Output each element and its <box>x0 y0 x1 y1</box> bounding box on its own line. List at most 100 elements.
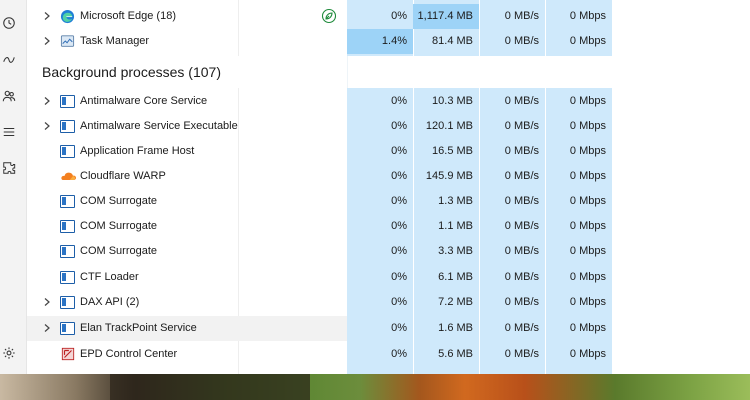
memory-cell: 1.6 MB <box>438 322 473 334</box>
users-nav-button[interactable] <box>0 83 27 109</box>
chevron-right-icon <box>44 324 50 332</box>
process-name: Application Frame Host <box>80 145 195 157</box>
process-name: COM Surrogate <box>80 220 158 232</box>
disk-cell: 0 MB/s <box>504 120 539 132</box>
disk-cell: 0 MB/s <box>504 145 539 157</box>
process-row-microsoft-edge[interactable]: Microsoft Edge (18) 0% 1,117.4 MB 0 MB/s… <box>27 4 612 29</box>
app-history-nav-button[interactable] <box>0 10 27 36</box>
cpu-cell: 0% <box>391 322 407 334</box>
process-row[interactable]: COM Surrogate 0% 1.1 MB 0 MB/s 0 Mbps <box>27 214 612 239</box>
process-name: Cloudflare WARP <box>80 170 166 182</box>
cloudflare-icon <box>59 168 76 184</box>
process-row[interactable]: Antimalware Service Executable 0% 120.1 … <box>27 114 612 139</box>
process-row[interactable]: COM Surrogate 0% 3.3 MB 0 MB/s 0 Mbps <box>27 239 612 264</box>
cpu-cell: 1.4% <box>347 29 413 54</box>
disk-cell: 0 MB/s <box>504 220 539 232</box>
memory-cell: 6.1 MB <box>438 271 473 283</box>
memory-cell: 10.3 MB <box>432 95 473 107</box>
expand-chevron[interactable] <box>41 296 53 308</box>
service-box-icon <box>59 218 76 234</box>
settings-nav-button[interactable] <box>0 340 27 366</box>
network-cell: 0 Mbps <box>569 170 606 182</box>
expand-chevron[interactable] <box>41 120 53 132</box>
services-nav-button[interactable] <box>0 155 27 181</box>
network-cell: 0 Mbps <box>569 271 606 283</box>
process-row[interactable]: Cloudflare WARP 0% 145.9 MB 0 MB/s 0 Mbp… <box>27 164 612 189</box>
cpu-cell: 0% <box>391 348 407 360</box>
cpu-cell: 0% <box>391 296 407 308</box>
service-box-icon <box>59 93 76 109</box>
cpu-cell: 0% <box>391 245 407 257</box>
memory-cell: 1.3 MB <box>438 195 473 207</box>
memory-cell: 3.3 MB <box>438 245 473 257</box>
users-icon <box>2 90 16 102</box>
expand-chevron[interactable] <box>41 322 53 334</box>
process-row[interactable]: Antimalware Core Service 0% 10.3 MB 0 MB… <box>27 89 612 114</box>
network-cell: 0 Mbps <box>569 296 606 308</box>
wallpaper-shadow <box>110 374 310 400</box>
process-row-task-manager[interactable]: Task Manager 1.4% 81.4 MB 0 MB/s 0 Mbps <box>27 29 612 54</box>
edge-icon <box>59 8 76 24</box>
process-name: CTF Loader <box>80 271 139 283</box>
memory-cell: 145.9 MB <box>425 170 473 182</box>
epd-icon <box>59 346 76 362</box>
memory-cell: 120.1 MB <box>425 120 473 132</box>
history-icon <box>3 17 15 29</box>
network-cell: 0 Mbps <box>569 10 606 22</box>
network-cell: 0 Mbps <box>569 220 606 232</box>
task-manager-icon <box>59 33 76 49</box>
process-name: DAX API (2) <box>80 296 140 308</box>
chevron-right-icon <box>44 122 50 130</box>
startup-apps-nav-button[interactable] <box>0 47 27 73</box>
network-cell: 0 Mbps <box>569 145 606 157</box>
process-name: EPD Control Center <box>80 348 178 360</box>
chevron-right-icon <box>44 37 50 45</box>
service-box-icon <box>59 118 76 134</box>
task-manager-window: Microsoft Edge (18) 0% 1,117.4 MB 0 MB/s… <box>0 0 750 374</box>
network-cell: 0 Mbps <box>569 245 606 257</box>
network-cell: 0 Mbps <box>569 195 606 207</box>
expand-chevron[interactable] <box>41 10 53 22</box>
process-name: Antimalware Core Service <box>80 95 208 107</box>
cpu-cell: 0% <box>391 120 407 132</box>
memory-cell: 5.6 MB <box>438 348 473 360</box>
service-box-icon <box>59 243 76 259</box>
cpu-cell: 0% <box>391 271 407 283</box>
process-name: Antimalware Service Executable <box>80 120 238 132</box>
service-box-icon <box>59 193 76 209</box>
settings-icon <box>3 347 15 359</box>
disk-cell: 0 MB/s <box>504 195 539 207</box>
expand-chevron[interactable] <box>41 95 53 107</box>
disk-cell: 0 MB/s <box>504 170 539 182</box>
cpu-cell: 0% <box>391 170 407 182</box>
startup-apps-icon <box>3 57 15 63</box>
network-cell: 0 Mbps <box>569 348 606 360</box>
process-row[interactable]: Application Frame Host 0% 16.5 MB 0 MB/s… <box>27 139 612 164</box>
process-row[interactable]: EPD Control Center 0% 5.6 MB 0 MB/s 0 Mb… <box>27 342 612 367</box>
expand-chevron[interactable] <box>41 35 53 47</box>
disk-cell: 0 MB/s <box>504 296 539 308</box>
cpu-cell: 0% <box>391 220 407 232</box>
network-cell: 0 Mbps <box>569 322 606 334</box>
network-cell: 0 Mbps <box>569 120 606 132</box>
network-cell: 0 Mbps <box>569 95 606 107</box>
process-row-hovered[interactable]: Elan TrackPoint Service 0% 1.6 MB 0 MB/s… <box>27 316 612 341</box>
service-box-icon <box>59 320 76 336</box>
disk-cell: 0 MB/s <box>504 10 539 22</box>
chevron-right-icon <box>44 298 50 306</box>
details-nav-button[interactable] <box>0 119 27 145</box>
chevron-right-icon <box>44 97 50 105</box>
cpu-cell: 0% <box>391 145 407 157</box>
memory-cell: 81.4 MB <box>432 35 473 47</box>
process-row[interactable]: COM Surrogate 0% 1.3 MB 0 MB/s 0 Mbps <box>27 189 612 214</box>
service-box-icon <box>59 143 76 159</box>
process-row[interactable]: CTF Loader 0% 6.1 MB 0 MB/s 0 Mbps <box>27 265 612 290</box>
section-title-background-processes: Background processes (107) <box>42 64 221 80</box>
efficiency-mode-leaf-icon <box>321 8 337 24</box>
nav-rail <box>0 0 27 374</box>
disk-cell: 0 MB/s <box>504 95 539 107</box>
memory-cell: 1.1 MB <box>438 220 473 232</box>
process-name: Task Manager <box>80 35 150 47</box>
process-row[interactable]: DAX API (2) 0% 7.2 MB 0 MB/s 0 Mbps <box>27 290 612 315</box>
chevron-right-icon <box>44 12 50 20</box>
